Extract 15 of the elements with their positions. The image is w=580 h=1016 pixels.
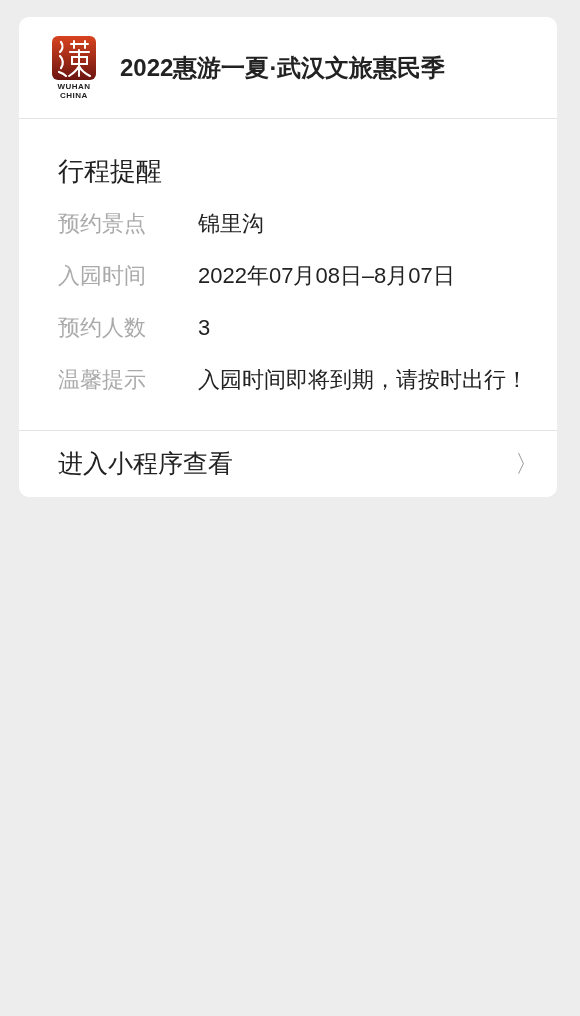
open-mini-program-link[interactable]: 进入小程序查看 〉	[19, 430, 557, 497]
detail-label: 预约人数	[58, 313, 147, 342]
chevron-icon: 〉	[515, 446, 539, 482]
card-title: 2022惠游一夏·武汉文旅惠民季	[120, 52, 446, 83]
detail-label: 温馨提示	[58, 365, 147, 394]
section-title: 行程提醒	[58, 155, 163, 188]
detail-value: 2022年07月08日–8月07日	[198, 261, 455, 290]
detail-value: 入园时间即将到期，请按时出行！	[198, 365, 528, 394]
detail-value: 3	[198, 313, 211, 342]
logo-text: WUHAN	[57, 81, 91, 91]
detail-value: 锦里沟	[198, 209, 264, 238]
detail-label: 预约景点	[58, 209, 147, 238]
detail-label: 入园时间	[58, 261, 147, 290]
logo-text: CHINA	[60, 90, 88, 100]
logo-icon	[52, 35, 96, 80]
